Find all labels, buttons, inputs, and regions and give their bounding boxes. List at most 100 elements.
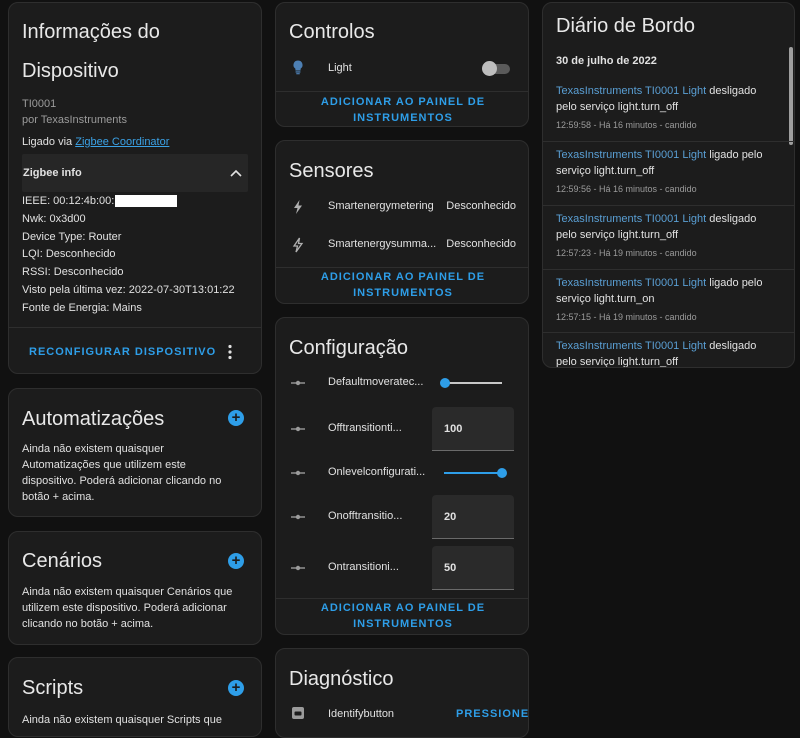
more-vert-icon[interactable] xyxy=(227,344,233,365)
identify-button-icon xyxy=(291,706,305,725)
logbook-divider xyxy=(543,141,794,142)
zigbee-coordinator-link[interactable]: Zigbee Coordinator xyxy=(75,136,169,148)
logbook-meta: 12:57:15 - Há 19 minutos - candido xyxy=(556,312,697,322)
identify-button-label: Identifybutton xyxy=(328,708,395,720)
logbook-entity-link[interactable]: TexasInstruments TI0001 Light xyxy=(556,213,706,225)
logbook-entry: TexasInstruments TI0001 Light ligado pel… xyxy=(543,147,794,207)
config-name: Defaultmoveratec... xyxy=(328,376,424,388)
scenes-title: Cenários xyxy=(22,550,103,572)
logbook-title: Diário de Bordo xyxy=(556,15,695,37)
default-move-rate-slider-knob[interactable] xyxy=(440,378,450,388)
sensor-state: Desconhecido xyxy=(446,238,516,250)
light-toggle[interactable] xyxy=(482,61,512,76)
diagnostics-title: Diagnóstico xyxy=(289,668,394,690)
on-level-slider-fill[interactable] xyxy=(444,472,502,474)
sensors-title: Sensores xyxy=(289,160,374,182)
device-info-title-line2: Dispositivo xyxy=(22,60,119,82)
logbook-entity-link[interactable]: TexasInstruments TI0001 Light xyxy=(556,149,706,161)
configuration-title: Configuração xyxy=(289,337,408,359)
config-row[interactable]: Onofftransitio... 20 xyxy=(276,495,528,539)
logbook-divider xyxy=(543,205,794,206)
sensor-name: Smartenergymetering xyxy=(328,200,434,212)
zigbee-lqi: LQI: Desconhecido xyxy=(22,248,116,261)
zigbee-nwk: Nwk: 0x3d00 xyxy=(22,212,86,225)
logbook-meta: 12:59:58 - Há 16 minutos - candido xyxy=(556,120,697,130)
flash-outline-icon xyxy=(290,237,306,253)
config-row[interactable]: Offtransitionti... 100 xyxy=(276,407,528,451)
scripts-title: Scripts xyxy=(22,677,84,699)
automations-card: Automatizações + Ainda não existem quais… xyxy=(8,388,262,517)
add-script-button[interactable]: + xyxy=(228,680,244,696)
logbook-date: 30 de julho de 2022 xyxy=(556,55,657,67)
config-name: Offtransitionti... xyxy=(328,422,402,434)
default-move-rate-slider-track[interactable] xyxy=(444,382,502,384)
diagnostics-card: Diagnóstico Identifybutton PRESSIONE xyxy=(275,648,529,738)
logbook-entity-link[interactable]: TexasInstruments TI0001 Light xyxy=(556,340,706,352)
chevron-up-icon xyxy=(230,166,242,184)
configuration-add-to-dashboard-button[interactable]: ADICIONAR AO PAINEL DE INSTRUMENTOS xyxy=(316,600,490,632)
controls-title: Controlos xyxy=(289,21,375,43)
scripts-card: Scripts + Ainda não existem quaisquer Sc… xyxy=(8,657,262,737)
automations-empty-text: Ainda não existem quaisquer Automatizaçõ… xyxy=(22,443,222,503)
device-manufacturer: por TexasInstruments xyxy=(22,114,127,126)
config-row[interactable]: Onlevelconfigurati... xyxy=(276,453,528,493)
sensor-row[interactable]: Smartenergysumma... Desconhecido xyxy=(276,225,528,265)
sensor-name: Smartenergysumma... xyxy=(328,238,437,250)
device-info-divider xyxy=(9,327,261,328)
config-name: Onofftransitio... xyxy=(328,510,403,522)
lightbulb-icon xyxy=(290,59,306,75)
reconfigure-device-button[interactable]: RECONFIGURAR DISPOSITIVO xyxy=(29,344,216,360)
logbook-divider xyxy=(543,269,794,270)
zigbee-rssi: RSSI: Desconhecido xyxy=(22,266,124,279)
connected-via: Ligado via Zigbee Coordinator xyxy=(22,136,169,148)
toggle-knob xyxy=(482,61,497,76)
controls-add-to-dashboard-button[interactable]: ADICIONAR AO PAINEL DE INSTRUMENTOS xyxy=(316,94,490,126)
logbook-entry: TexasInstruments TI0001 Light desligado … xyxy=(543,211,794,271)
zigbee-info-header[interactable]: Zigbee info xyxy=(22,154,248,192)
sensor-row[interactable]: Smartenergymetering Desconhecido xyxy=(276,187,528,227)
logbook-card: Diário de Bordo 30 de julho de 2022 Texa… xyxy=(542,2,795,368)
config-row[interactable]: Defaultmoveratec... xyxy=(276,363,528,403)
logbook-entity-link[interactable]: TexasInstruments TI0001 Light xyxy=(556,85,706,97)
light-control-row[interactable]: Light xyxy=(276,47,528,87)
off-transition-time-input[interactable]: 100 xyxy=(432,407,514,451)
on-transition-time-input[interactable]: 50 xyxy=(432,546,514,590)
scripts-empty-text: Ainda não existem quaisquer Scripts que xyxy=(22,714,222,726)
automations-title: Automatizações xyxy=(22,408,165,430)
tune-icon xyxy=(290,509,306,525)
light-label: Light xyxy=(328,62,352,74)
sensor-state: Desconhecido xyxy=(446,200,516,212)
sensors-divider xyxy=(276,267,528,268)
add-automation-button[interactable]: + xyxy=(228,410,244,426)
zigbee-info-list: IEEE: 00:12:4b:00: Nwk: 0x3d00 Device Ty… xyxy=(22,193,235,318)
logbook-entry: TexasInstruments TI0001 Light ligado pel… xyxy=(543,275,794,335)
on-level-slider-knob[interactable] xyxy=(497,468,507,478)
logbook-entity-link[interactable]: TexasInstruments TI0001 Light xyxy=(556,277,706,289)
redacted-block xyxy=(115,195,178,208)
flash-icon xyxy=(290,199,306,215)
device-model: TI0001 xyxy=(22,98,57,110)
sensors-card: Sensores Smartenergymetering Desconhecid… xyxy=(275,140,529,304)
sensors-add-to-dashboard-button[interactable]: ADICIONAR AO PAINEL DE INSTRUMENTOS xyxy=(316,269,490,301)
logbook-entry: TexasInstruments TI0001 Light desligado … xyxy=(543,83,794,143)
on-off-transition-time-input[interactable]: 20 xyxy=(432,495,514,539)
logbook-meta: 12:57:23 - Há 19 minutos - candido xyxy=(556,248,697,258)
config-row[interactable]: Ontransitioni... 50 xyxy=(276,546,528,590)
config-name: Onlevelconfigurati... xyxy=(328,466,426,478)
tune-icon xyxy=(290,465,306,481)
zigbee-power-source: Fonte de Energia: Mains xyxy=(22,301,142,314)
tune-icon xyxy=(290,375,306,391)
zigbee-last-seen: Visto pela última vez: 2022-07-30T13:01:… xyxy=(22,283,235,296)
add-scene-button[interactable]: + xyxy=(228,553,244,569)
configuration-card: Configuração Defaultmoveratec... Offtran… xyxy=(275,317,529,635)
logbook-meta: 12:59:56 - Há 16 minutos - candido xyxy=(556,184,697,194)
config-name: Ontransitioni... xyxy=(328,561,399,573)
tune-icon xyxy=(290,560,306,576)
logbook-divider xyxy=(543,332,794,333)
identify-press-button[interactable]: PRESSIONE xyxy=(456,706,528,722)
scenes-empty-text: Ainda não existem quaisquer Cenários que… xyxy=(22,586,233,630)
device-info-title-line1: Informações do xyxy=(22,21,160,43)
zigbee-info-label: Zigbee info xyxy=(23,167,82,179)
logbook-entry: TexasInstruments TI0001 Light desligado … xyxy=(543,338,794,367)
device-info-card: Informações do Dispositivo TI0001 por Te… xyxy=(8,2,262,374)
